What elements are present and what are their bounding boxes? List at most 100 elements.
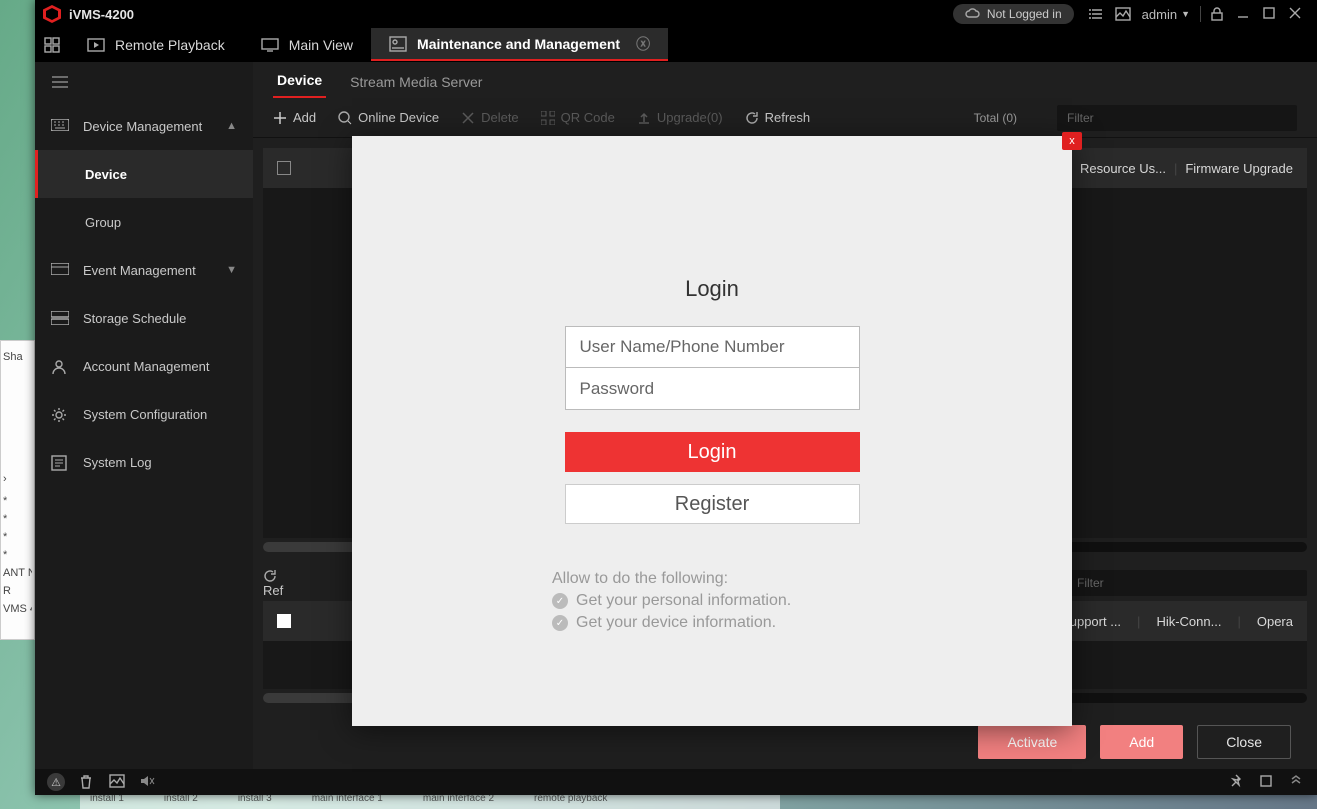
modal-register-button[interactable]: Register bbox=[565, 484, 860, 524]
online-close-button[interactable]: Close bbox=[1197, 725, 1291, 759]
sidebar-label: System Log bbox=[83, 455, 152, 470]
search-icon bbox=[338, 111, 352, 125]
tab-bar: Remote Playback Main View Maintenance an… bbox=[35, 28, 1317, 62]
upload-icon bbox=[637, 111, 651, 125]
sidebar-sub-device[interactable]: Device bbox=[35, 150, 253, 198]
tab-close-icon[interactable]: ⓧ bbox=[636, 34, 650, 54]
sidebar: Device Management ▲ Device Group Event M… bbox=[35, 62, 253, 769]
picture-icon[interactable] bbox=[109, 774, 125, 790]
sidebar-label: Storage Schedule bbox=[83, 311, 186, 326]
sidebar-item-account-management[interactable]: Account Management bbox=[35, 342, 253, 390]
modal-title: Login bbox=[685, 276, 739, 302]
app-grid-button[interactable] bbox=[35, 28, 69, 61]
check-icon: ✓ bbox=[552, 615, 568, 631]
lock-icon[interactable] bbox=[1210, 6, 1226, 22]
content-subtabs: Device Stream Media Server bbox=[253, 62, 1317, 98]
storage-icon bbox=[51, 311, 69, 325]
modal-close-button[interactable]: x bbox=[1062, 132, 1082, 150]
chevron-up-icon: ▲ bbox=[226, 120, 237, 132]
background-explorer-window: Sha › **** ANT N R VMS 4 bbox=[0, 340, 35, 640]
sidebar-label: Device Management bbox=[83, 119, 202, 134]
permissions-heading: Allow to do the following: bbox=[552, 570, 791, 588]
column-firmware-upgrade[interactable]: Firmware Upgrade bbox=[1185, 161, 1293, 176]
sidebar-label: Account Management bbox=[83, 359, 209, 374]
column-resource-usage[interactable]: Resource Us... bbox=[1080, 161, 1166, 176]
filter-input[interactable] bbox=[1057, 105, 1297, 131]
sidebar-label: Event Management bbox=[83, 263, 196, 278]
tab-label: Remote Playback bbox=[115, 37, 225, 53]
activate-button[interactable]: Activate bbox=[978, 725, 1086, 759]
sidebar-sub-group[interactable]: Group bbox=[35, 198, 253, 246]
image-icon[interactable] bbox=[1115, 6, 1131, 22]
x-icon bbox=[461, 111, 475, 125]
online-device-button[interactable]: Online Device bbox=[338, 110, 439, 125]
sidebar-collapse-button[interactable] bbox=[35, 62, 253, 102]
sidebar-item-event-management[interactable]: Event Management ▼ bbox=[35, 246, 253, 294]
username-input[interactable] bbox=[565, 326, 860, 368]
maximize-button[interactable] bbox=[1262, 6, 1278, 22]
online-add-button[interactable]: Add bbox=[1100, 725, 1183, 759]
sidebar-item-storage-schedule[interactable]: Storage Schedule bbox=[35, 294, 253, 342]
subtab-device[interactable]: Device bbox=[273, 64, 326, 98]
gear-icon bbox=[51, 407, 69, 421]
password-input[interactable] bbox=[565, 368, 860, 410]
wrench-icon bbox=[389, 36, 407, 52]
refresh-icon bbox=[263, 569, 277, 583]
chevron-down-icon: ▼ bbox=[226, 264, 237, 276]
minimize-button[interactable] bbox=[1236, 6, 1252, 22]
column-operation[interactable]: Opera bbox=[1257, 614, 1293, 629]
permissions-block: Allow to do the following: ✓ Get your pe… bbox=[552, 570, 791, 632]
upgrade-button: Upgrade(0) bbox=[637, 110, 723, 125]
plus-icon bbox=[273, 111, 287, 125]
monitor-icon bbox=[261, 38, 279, 52]
permission-item: ✓ Get your device information. bbox=[552, 614, 791, 632]
keyboard-icon bbox=[51, 119, 69, 133]
refresh-icon bbox=[745, 111, 759, 125]
app-logo-icon bbox=[43, 5, 61, 23]
sidebar-item-system-configuration[interactable]: System Configuration bbox=[35, 390, 253, 438]
tab-remote-playback[interactable]: Remote Playback bbox=[69, 28, 243, 61]
sidebar-item-device-management[interactable]: Device Management ▲ bbox=[35, 102, 253, 150]
list-icon[interactable] bbox=[1089, 6, 1105, 22]
user-name-label: admin bbox=[1142, 7, 1177, 22]
app-window: iVMS-4200 Not Logged in admin ▼ bbox=[35, 0, 1317, 795]
sidebar-label: System Configuration bbox=[83, 407, 207, 422]
log-icon bbox=[51, 455, 69, 469]
online-refresh-button[interactable]: Ref bbox=[263, 569, 283, 598]
pin-icon[interactable] bbox=[1229, 774, 1245, 790]
cloud-icon bbox=[965, 7, 981, 21]
user-menu[interactable]: admin ▼ bbox=[1142, 7, 1190, 22]
subtab-stream-media-server[interactable]: Stream Media Server bbox=[346, 66, 486, 98]
status-bar: ⚠ bbox=[35, 769, 1317, 795]
user-icon bbox=[51, 359, 69, 373]
alert-badge-icon[interactable]: ⚠ bbox=[47, 773, 65, 791]
qrcode-icon bbox=[541, 111, 555, 125]
sidebar-item-system-log[interactable]: System Log bbox=[35, 438, 253, 486]
online-filter-input[interactable] bbox=[1067, 570, 1307, 596]
tab-label: Maintenance and Management bbox=[417, 36, 620, 52]
restore-icon[interactable] bbox=[1259, 774, 1275, 790]
login-status-pill[interactable]: Not Logged in bbox=[953, 4, 1074, 24]
trash-icon[interactable] bbox=[79, 774, 95, 790]
close-button[interactable] bbox=[1288, 6, 1304, 22]
mute-icon[interactable] bbox=[139, 774, 155, 790]
login-modal: x Login Login Register Allow to do the f… bbox=[352, 136, 1072, 726]
caret-down-icon: ▼ bbox=[1181, 9, 1190, 19]
sidebar-label: Group bbox=[85, 215, 121, 230]
expand-up-icon[interactable] bbox=[1289, 774, 1305, 790]
tab-main-view[interactable]: Main View bbox=[243, 28, 371, 61]
online-select-all-checkbox[interactable] bbox=[277, 614, 291, 628]
column-hik-connect[interactable]: Hik-Conn... bbox=[1156, 614, 1221, 629]
device-toolbar: Add Online Device Delete QR Code Upgrade… bbox=[253, 98, 1317, 138]
card-icon bbox=[51, 263, 69, 277]
modal-login-button[interactable]: Login bbox=[565, 432, 860, 472]
select-all-checkbox[interactable] bbox=[277, 161, 291, 175]
delete-button: Delete bbox=[461, 110, 519, 125]
tab-maintenance[interactable]: Maintenance and Management ⓧ bbox=[371, 28, 668, 61]
add-button[interactable]: Add bbox=[273, 110, 316, 125]
qrcode-button: QR Code bbox=[541, 110, 615, 125]
check-icon: ✓ bbox=[552, 593, 568, 609]
permission-item: ✓ Get your personal information. bbox=[552, 592, 791, 610]
total-count: Total (0) bbox=[974, 111, 1017, 125]
refresh-button[interactable]: Refresh bbox=[745, 110, 811, 125]
